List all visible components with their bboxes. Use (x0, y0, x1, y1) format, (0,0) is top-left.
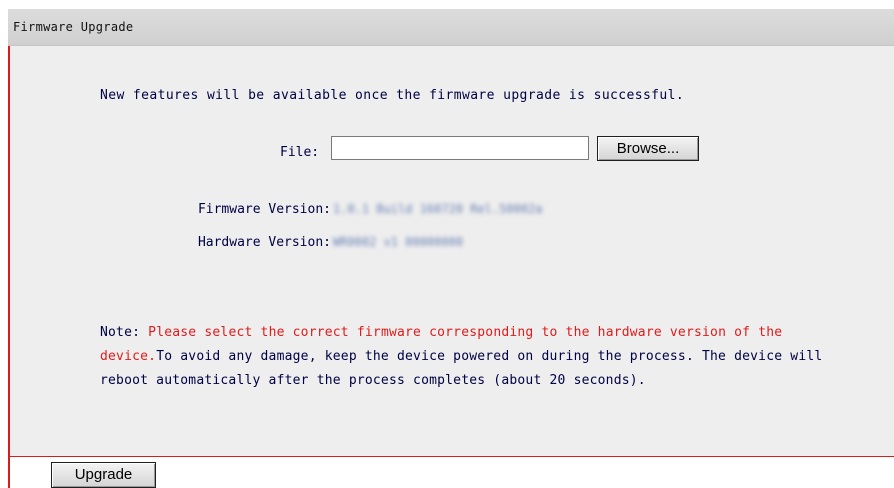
upgrade-button[interactable]: Upgrade (51, 462, 156, 488)
file-path-input[interactable] (331, 136, 589, 160)
firmware-version-label: Firmware Version: (197, 202, 331, 217)
note-label: Note: (100, 325, 141, 340)
hardware-version-row: Hardware Version: WR0002 v1 00000000 (156, 235, 463, 250)
section-title-bar: Firmware Upgrade (8, 9, 894, 46)
page-title: Firmware Upgrade (13, 20, 134, 34)
hardware-version-value: WR0002 v1 00000000 (333, 235, 464, 249)
hardware-version-label: Hardware Version: (197, 235, 331, 250)
footer-divider (8, 456, 894, 457)
upgrade-panel: New features will be available once the … (8, 46, 894, 456)
firmware-version-value: 1.0.1 Build 160720 Rel.50002a (333, 202, 543, 216)
firmware-upgrade-page: Firmware Upgrade New features will be av… (8, 9, 894, 488)
footer-accent-bar (8, 457, 10, 488)
file-label: File: (280, 145, 320, 160)
firmware-version-row: Firmware Version: 1.0.1 Build 160720 Rel.… (156, 202, 543, 217)
intro-text: New features will be available once the … (100, 88, 685, 103)
note-block: Note: Please select the correct firmware… (100, 321, 840, 393)
browse-button[interactable]: Browse... (597, 136, 699, 161)
note-text: To avoid any damage, keep the device pow… (100, 349, 823, 388)
